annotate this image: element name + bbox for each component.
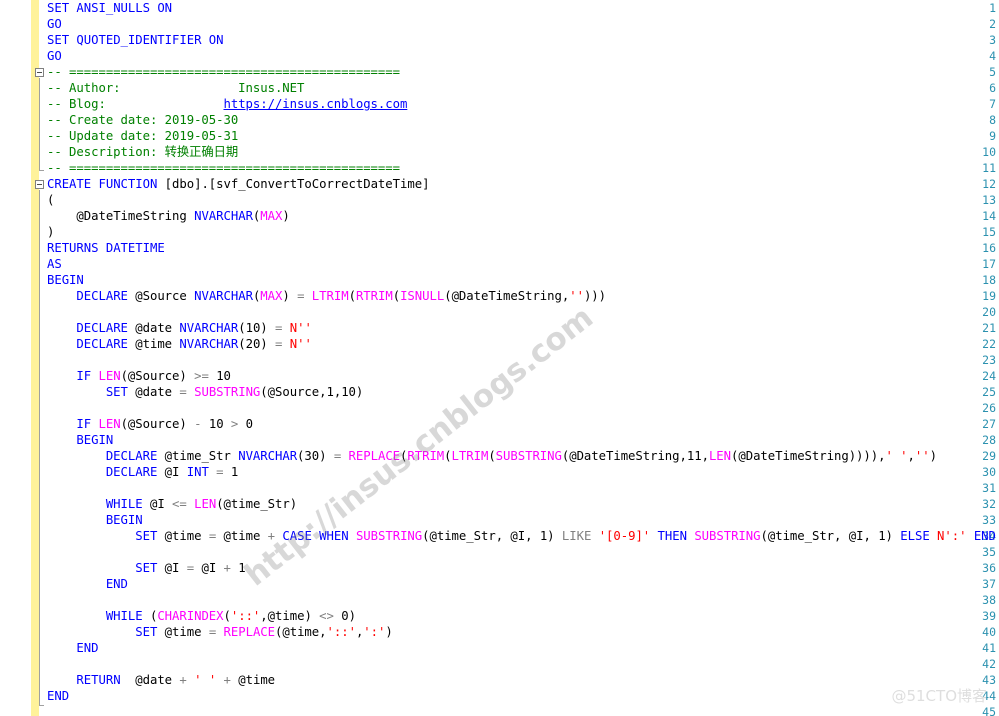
code-line[interactable]: BEGIN xyxy=(47,432,113,448)
code-line[interactable]: END xyxy=(47,688,69,704)
code-line[interactable]: @DateTimeString NVARCHAR(MAX) xyxy=(47,208,289,224)
code-line[interactable]: -- Author: Insus.NET xyxy=(47,80,304,96)
code-line[interactable]: ) xyxy=(47,224,54,240)
code-line[interactable]: DECLARE @time NVARCHAR(20) = N'' xyxy=(47,336,311,352)
code-editor[interactable]: 1 2 3 4 5 6 7 8 9 10 11 12 13 14 15 16 17 18 19 20 21 22 23 24 2… xyxy=(0,0,999,716)
code-line[interactable]: -- =====================================… xyxy=(47,160,400,176)
code-line[interactable]: -- Description: 转换正确日期 xyxy=(47,144,238,160)
code-line[interactable]: GO xyxy=(47,48,62,64)
code-line[interactable]: RETURN @date + ' ' + @time xyxy=(47,672,275,688)
code-line[interactable]: SET @time = @time + CASE WHEN SUBSTRING(… xyxy=(47,528,996,544)
code-line[interactable]: -- =====================================… xyxy=(47,64,400,80)
code-line[interactable]: -- Create date: 2019-05-30 xyxy=(47,112,238,128)
code-line[interactable]: IF LEN(@Source) >= 10 xyxy=(47,368,231,384)
corner-watermark: @51CTO博客 xyxy=(891,687,987,705)
code-line[interactable]: DECLARE @date NVARCHAR(10) = N'' xyxy=(47,320,311,336)
code-line[interactable]: GO xyxy=(47,16,62,32)
code-line[interactable]: -- Blog: https://insus.cnblogs.com xyxy=(47,96,407,112)
code-line[interactable]: IF LEN(@Source) - 10 > 0 xyxy=(47,416,253,432)
code-line[interactable]: RETURNS DATETIME xyxy=(47,240,165,256)
code-line[interactable]: SET @I = @I + 1 xyxy=(47,560,245,576)
code-line[interactable]: WHILE @I <= LEN(@time_Str) xyxy=(47,496,297,512)
code-line[interactable]: BEGIN xyxy=(47,512,143,528)
code-line[interactable]: BEGIN xyxy=(47,272,84,288)
code-line[interactable]: SET @time = REPLACE(@time,'::',':') xyxy=(47,624,393,640)
code-line[interactable]: DECLARE @I INT = 1 xyxy=(47,464,238,480)
code-line[interactable]: -- Update date: 2019-05-31 xyxy=(47,128,238,144)
code-line[interactable]: ( xyxy=(47,192,54,208)
code-text-layer[interactable]: SET ANSI_NULLS ON GO SET QUOTED_IDENTIFIER… xyxy=(0,0,999,716)
code-line[interactable]: SET @date = SUBSTRING(@Source,1,10) xyxy=(47,384,363,400)
code-line[interactable]: DECLARE @Source NVARCHAR(MAX) = LTRIM(RT… xyxy=(47,288,606,304)
code-line[interactable]: CREATE FUNCTION [dbo].[svf_ConvertToCorr… xyxy=(47,176,429,192)
code-line[interactable]: WHILE (CHARINDEX('::',@time) <> 0) xyxy=(47,608,356,624)
code-line[interactable]: AS xyxy=(47,256,62,272)
code-line[interactable]: DECLARE @time_Str NVARCHAR(30) = REPLACE… xyxy=(47,448,937,464)
code-line[interactable]: SET QUOTED_IDENTIFIER ON xyxy=(47,32,224,48)
code-line[interactable]: SET ANSI_NULLS ON xyxy=(47,0,172,16)
code-line[interactable]: END xyxy=(47,640,98,656)
code-line[interactable]: END xyxy=(47,576,128,592)
